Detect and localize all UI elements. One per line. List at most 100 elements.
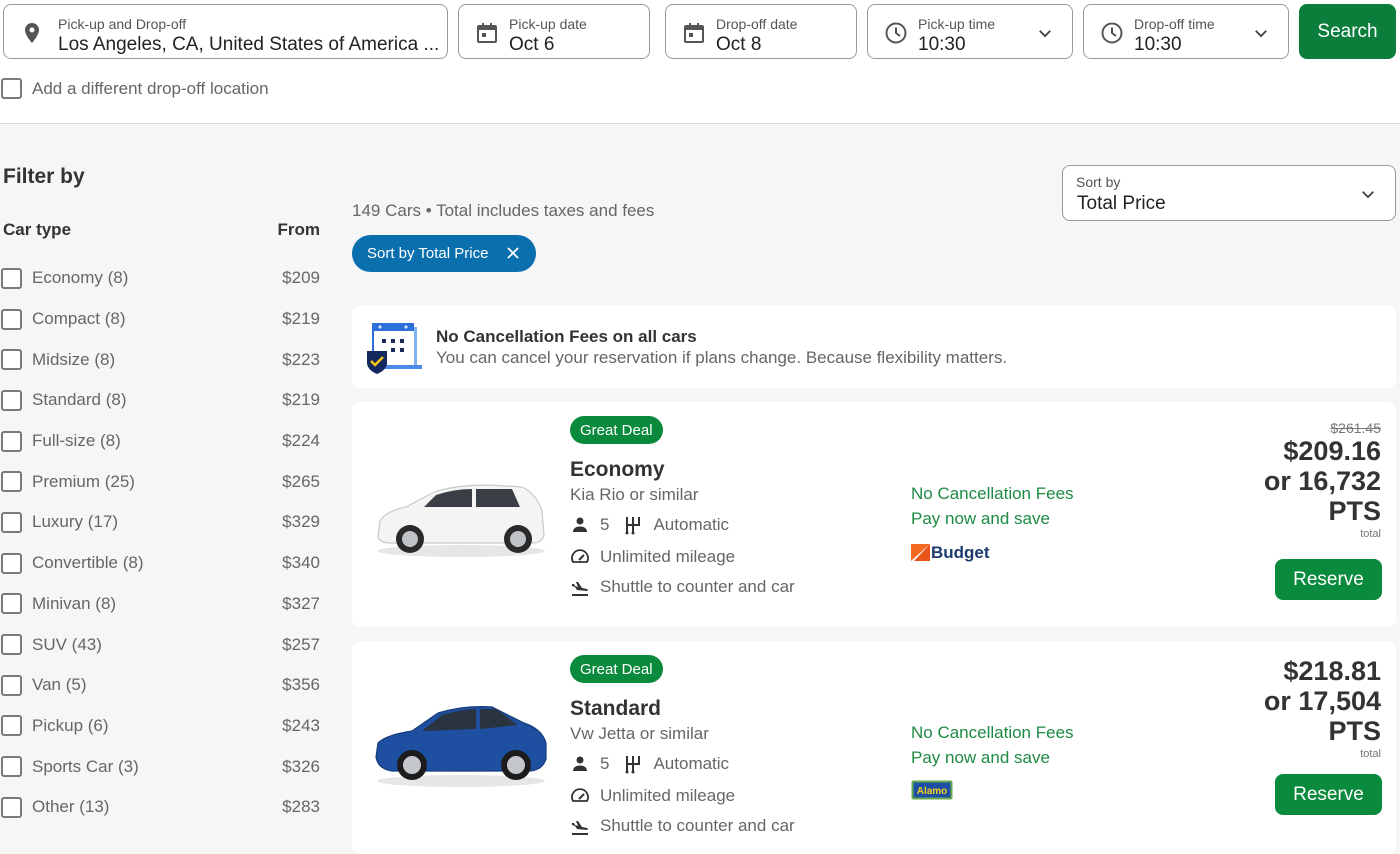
filter-checkbox[interactable] bbox=[1, 593, 22, 615]
shuttle-info: Shuttle to counter and car bbox=[570, 816, 795, 836]
pickup-date-value: Oct 6 bbox=[509, 34, 555, 55]
location-value: Los Angeles, CA, United States of Americ… bbox=[58, 34, 440, 55]
plane-icon bbox=[572, 821, 588, 835]
filter-checkbox[interactable] bbox=[1, 308, 22, 330]
price-block: $218.81 or 17,504 PTS total bbox=[1264, 656, 1381, 760]
car-result-card: Great Deal Economy Kia Rio or similar 5 … bbox=[352, 402, 1396, 627]
filter-label: Minivan (8) bbox=[32, 593, 117, 613]
calendar-icon bbox=[684, 23, 704, 43]
sort-label: Sort by bbox=[1076, 174, 1121, 190]
mileage: Unlimited mileage bbox=[570, 786, 735, 806]
filter-price: $340 bbox=[282, 553, 320, 573]
vendor-name: Budget bbox=[931, 543, 990, 562]
shuttle-text: Shuttle to counter and car bbox=[600, 816, 795, 835]
filter-item-standard[interactable]: Standard (8) $219 bbox=[1, 380, 320, 421]
plane-icon bbox=[572, 582, 588, 596]
dropoff-date-label: Drop-off date bbox=[716, 16, 798, 32]
no-cancellation-perk: No Cancellation Fees bbox=[911, 484, 1074, 503]
clock-icon bbox=[885, 22, 907, 44]
speedometer-icon bbox=[571, 549, 589, 563]
filter-checkbox[interactable] bbox=[1, 552, 22, 574]
filter-header: Car type From bbox=[3, 220, 320, 240]
filter-checkbox[interactable] bbox=[1, 674, 22, 696]
great-deal-badge: Great Deal bbox=[570, 655, 663, 683]
location-field[interactable]: Pick-up and Drop-off Los Angeles, CA, Un… bbox=[3, 4, 448, 59]
seat-count: 5 bbox=[600, 515, 610, 534]
search-button[interactable]: Search bbox=[1299, 4, 1396, 59]
sort-select[interactable]: Sort by Total Price bbox=[1062, 165, 1396, 221]
car-model: Vw Jetta or similar bbox=[570, 724, 709, 743]
dropoff-time-value: 10:30 bbox=[1134, 34, 1182, 55]
mileage-text: Unlimited mileage bbox=[600, 786, 736, 805]
filter-item-luxury[interactable]: Luxury (17) $329 bbox=[1, 502, 320, 543]
filter-checkbox[interactable] bbox=[1, 634, 22, 656]
calendar-shield-icon bbox=[367, 323, 422, 374]
dropoff-time-select[interactable]: Drop-off time 10:30 bbox=[1083, 4, 1289, 59]
filter-price: $219 bbox=[282, 309, 320, 329]
filter-checkbox[interactable] bbox=[1, 389, 22, 411]
filter-label: Compact (8) bbox=[32, 309, 126, 329]
filter-item-midsize[interactable]: Midsize (8) $223 bbox=[1, 339, 320, 380]
banner-title: No Cancellation Fees on all cars bbox=[436, 327, 697, 346]
active-sort-chip[interactable]: Sort by Total Price bbox=[352, 235, 536, 272]
car-class: Economy bbox=[570, 458, 665, 481]
filter-item-sports-car[interactable]: Sports Car (3) $326 bbox=[1, 746, 320, 787]
filter-label: Full-size (8) bbox=[32, 431, 121, 451]
filter-label: Convertible (8) bbox=[32, 553, 144, 573]
filter-item-premium[interactable]: Premium (25) $265 bbox=[1, 461, 320, 502]
filter-price: $219 bbox=[282, 390, 320, 410]
clock-icon bbox=[1101, 22, 1123, 44]
chevron-down-icon bbox=[1255, 30, 1267, 38]
filter-checkbox[interactable] bbox=[1, 511, 22, 533]
filter-item-convertible[interactable]: Convertible (8) $340 bbox=[1, 543, 320, 584]
filter-title: Filter by bbox=[3, 165, 85, 188]
budget-logo: Budget bbox=[911, 543, 990, 562]
total-price: $218.81 bbox=[1283, 656, 1381, 686]
no-cancellation-banner: No Cancellation Fees on all cars You can… bbox=[352, 305, 1396, 388]
different-dropoff-checkbox[interactable] bbox=[1, 78, 22, 99]
reserve-button[interactable]: Reserve bbox=[1275, 559, 1382, 600]
filter-item-other[interactable]: Other (13) $283 bbox=[1, 787, 320, 828]
filter-item-pickup[interactable]: Pickup (6) $243 bbox=[1, 706, 320, 747]
reserve-button[interactable]: Reserve bbox=[1275, 774, 1382, 815]
shuttle-info: Shuttle to counter and car bbox=[570, 577, 795, 597]
points-price: or 17,504 bbox=[1263, 686, 1381, 716]
pickup-time-label: Pick-up time bbox=[918, 16, 996, 32]
total-price: $209.16 bbox=[1283, 436, 1381, 466]
pickup-time-select[interactable]: Pick-up time 10:30 bbox=[867, 4, 1073, 59]
dropoff-date-field[interactable]: Drop-off date Oct 8 bbox=[665, 4, 857, 59]
close-icon[interactable] bbox=[506, 246, 520, 260]
dropoff-date-value: Oct 8 bbox=[716, 34, 762, 55]
car-class: Standard bbox=[570, 697, 662, 720]
gear-shift-icon bbox=[625, 756, 641, 774]
filter-item-van[interactable]: Van (5) $356 bbox=[1, 665, 320, 706]
filter-checkbox[interactable] bbox=[1, 267, 22, 289]
filter-price: $257 bbox=[282, 634, 320, 654]
price-block: $261.45 $209.16 or 16,732 PTS total bbox=[1264, 420, 1381, 540]
filter-item-economy[interactable]: Economy (8) $209 bbox=[1, 258, 320, 299]
filter-item-compact[interactable]: Compact (8) $219 bbox=[1, 299, 320, 340]
vendor-name: Alamo bbox=[917, 786, 948, 797]
mileage-text: Unlimited mileage bbox=[600, 547, 736, 566]
filter-checkbox[interactable] bbox=[1, 349, 22, 371]
chevron-down-icon bbox=[1039, 30, 1051, 38]
filter-checkbox[interactable] bbox=[1, 471, 22, 493]
different-dropoff-label: Add a different drop-off location bbox=[32, 78, 269, 98]
filter-checkbox[interactable] bbox=[1, 756, 22, 778]
filter-checkbox[interactable] bbox=[1, 796, 22, 818]
filter-item-full-size[interactable]: Full-size (8) $224 bbox=[1, 421, 320, 462]
filter-item-minivan[interactable]: Minivan (8) $327 bbox=[1, 584, 320, 625]
transmission: Automatic bbox=[653, 754, 730, 773]
location-pin-icon bbox=[25, 23, 39, 43]
filter-price: $209 bbox=[282, 268, 320, 288]
filter-price: $223 bbox=[282, 349, 320, 369]
filter-checkbox[interactable] bbox=[1, 715, 22, 737]
banner-text: You can cancel your reservation if plans… bbox=[436, 348, 1008, 367]
different-dropoff-option[interactable]: Add a different drop-off location bbox=[1, 78, 269, 99]
pickup-date-field[interactable]: Pick-up date Oct 6 bbox=[458, 4, 650, 59]
total-label: total bbox=[1360, 748, 1381, 760]
total-label: total bbox=[1360, 528, 1381, 540]
filter-checkbox[interactable] bbox=[1, 430, 22, 452]
great-deal-badge: Great Deal bbox=[570, 416, 663, 444]
filter-item-suv[interactable]: SUV (43) $257 bbox=[1, 624, 320, 665]
